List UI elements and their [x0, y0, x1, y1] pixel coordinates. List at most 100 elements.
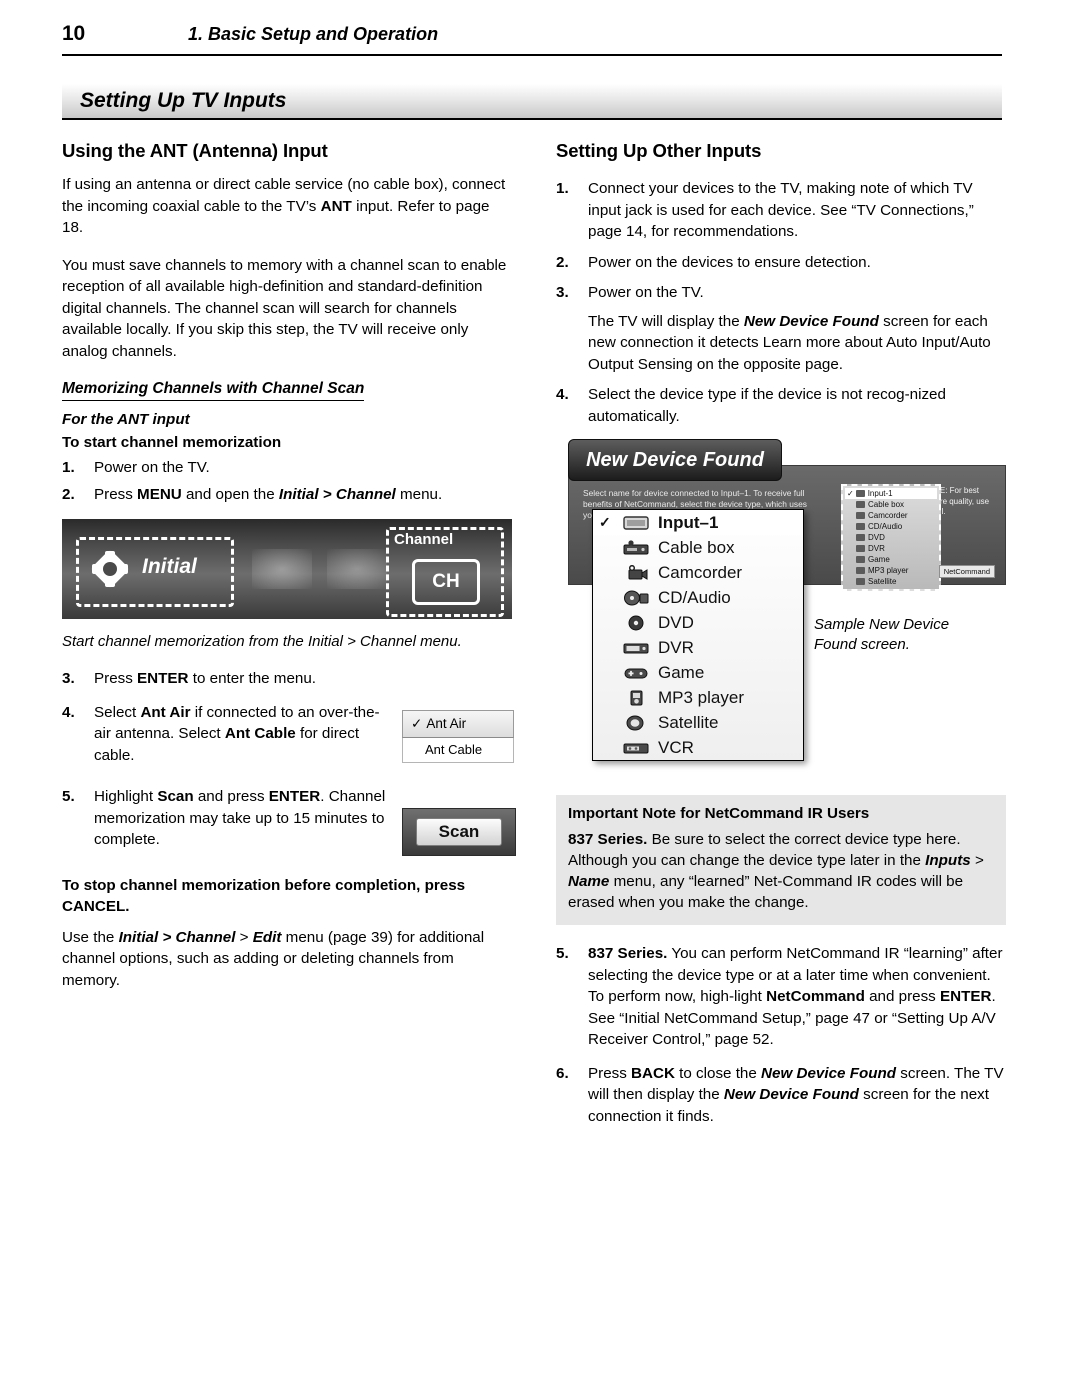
- list-item[interactable]: ✓ Input-1: [845, 488, 937, 499]
- initial-channel-menu-screenshot: Initial Channel CH: [62, 519, 512, 619]
- mini-item-label: Game: [868, 555, 890, 564]
- list-item: 4. Select Ant Air if connected to an ove…: [62, 702, 392, 767]
- notebox-text-a: 837 Series.: [568, 831, 648, 848]
- list-item: 6. Press BACK to close the New Device Fo…: [556, 1063, 1006, 1128]
- step-number: 6.: [556, 1064, 569, 1082]
- mini-item-label: Cable box: [868, 500, 905, 509]
- camcorder-icon: [856, 512, 865, 519]
- ant-cable-label: Ant Cable: [425, 742, 483, 757]
- list-item-dvd[interactable]: DVD: [593, 610, 803, 635]
- check-icon: ✓: [411, 716, 423, 731]
- step-number: 1.: [62, 459, 75, 476]
- step-text: 837 Series. You can perform NetCommand I…: [588, 945, 1003, 1048]
- para1-part-b: ANT: [320, 197, 352, 215]
- list-item: 3. Power on the TV. The TV will display …: [556, 282, 1006, 375]
- dvd-icon: [856, 534, 865, 541]
- notebox-text-e: Name: [568, 873, 610, 890]
- left-step-list-1: 1. Power on the TV. 2. Press MENU and op…: [62, 457, 514, 505]
- document-page: 10 1. Basic Setup and Operation Setting …: [0, 0, 1080, 1397]
- mini-item-label: MP3 player: [868, 566, 909, 575]
- device-label: Game: [658, 662, 705, 682]
- step-number: 2.: [556, 253, 569, 271]
- ant-air-label: Ant Air: [426, 716, 467, 731]
- new-device-found-banner: New Device Found: [568, 439, 782, 481]
- left-heading: Using the ANT (Antenna) Input: [62, 140, 328, 161]
- page-header: 10 1. Basic Setup and Operation: [62, 22, 1002, 58]
- list-item-vcr[interactable]: VCR: [593, 735, 803, 760]
- notebox-text-d: >: [970, 852, 984, 869]
- chapter-title: 1. Basic Setup and Operation: [188, 24, 439, 44]
- list-item: 5. Highlight Scan and press ENTER. Chann…: [62, 786, 392, 851]
- device-label: CD/Audio: [658, 587, 731, 607]
- left-paragraph-2: You must save channels to memory with a …: [62, 256, 507, 360]
- vcr-icon: [621, 738, 651, 758]
- list-item-dvr[interactable]: DVR: [593, 635, 803, 660]
- satellite-icon: [856, 578, 865, 585]
- ant-cable-option[interactable]: Ant Cable: [402, 738, 514, 763]
- right-step-list-1: 1. Connect your devices to the TV, makin…: [556, 178, 1006, 427]
- step-text: Select Ant Air if connected to an over-t…: [94, 703, 380, 764]
- list-item: 2. Power on the devices to ensure detect…: [556, 252, 1006, 274]
- cd-audio-icon: [856, 523, 865, 530]
- to-start-heading: To start channel memorization: [62, 434, 282, 451]
- cable-box-icon: [621, 538, 651, 558]
- step-text: Highlight Scan and press ENTER. Channel …: [94, 788, 386, 848]
- list-item: 4. Select the device type if the device …: [556, 384, 1006, 427]
- device-type-list: ✓ Input–1 Cable box Camcorder CD/Audio D…: [592, 509, 804, 761]
- mp3-player-icon: [621, 688, 651, 708]
- list-item[interactable]: Cable box: [845, 499, 937, 510]
- device-label: Camcorder: [658, 562, 743, 582]
- device-label: VCR: [658, 737, 694, 757]
- step-number: 4.: [556, 386, 569, 403]
- mini-item-label: CD/Audio: [868, 522, 903, 531]
- mini-item-label: DVD: [868, 533, 885, 542]
- list-item[interactable]: CD/Audio: [845, 521, 937, 532]
- list-item-cable-box[interactable]: Cable box: [593, 535, 803, 560]
- device-label: Satellite: [658, 712, 719, 732]
- list-item[interactable]: Game: [845, 554, 937, 565]
- step-text: Connect your devices to the TV, making n…: [588, 180, 974, 240]
- notebox-heading: Important Note for NetCommand IR Users: [568, 805, 870, 822]
- left-paragraph-1: If using an antenna or direct cable serv…: [62, 174, 514, 239]
- ant-air-option[interactable]: ✓ Ant Air: [402, 710, 514, 738]
- list-item-cd-audio[interactable]: CD/Audio: [593, 585, 803, 610]
- list-item[interactable]: DVD: [845, 532, 937, 543]
- list-item[interactable]: Camcorder: [845, 510, 937, 521]
- section-title: Setting Up TV Inputs: [80, 89, 287, 112]
- step-text: Power on the TV.: [588, 284, 704, 301]
- ch-icon: CH: [412, 559, 480, 605]
- netcommand-badge: NetCommand: [938, 565, 995, 578]
- mini-item-label: DVR: [868, 544, 885, 553]
- page-number: 10: [62, 22, 85, 45]
- list-item-mp3-player[interactable]: MP3 player: [593, 685, 803, 710]
- scan-button[interactable]: Scan: [415, 818, 503, 846]
- camcorder-icon: [621, 563, 651, 583]
- list-item-game[interactable]: Game: [593, 660, 803, 685]
- list-item-input-1[interactable]: ✓ Input–1: [593, 510, 803, 535]
- left-step-list-2: 3. Press ENTER to enter the menu. 4. Sel…: [62, 668, 392, 851]
- device-label: Cable box: [658, 537, 735, 557]
- list-item[interactable]: Satellite: [845, 576, 937, 587]
- device-label: DVR: [658, 637, 694, 657]
- left-step-list-2-wrapper: 3. Press ENTER to enter the menu. 4. Sel…: [62, 668, 516, 856]
- device-label: MP3 player: [658, 687, 744, 707]
- step-text: Press ENTER to enter the menu.: [94, 670, 317, 687]
- section-band: Setting Up TV Inputs: [62, 84, 1002, 120]
- ndf-caption: Sample New Device Found screen.: [814, 616, 950, 653]
- for-ant-heading: For the ANT input: [62, 411, 190, 428]
- input-icon: [855, 490, 865, 497]
- list-item: 3. Press ENTER to enter the menu.: [62, 668, 392, 690]
- scan-button-screenshot: Scan: [402, 808, 516, 856]
- step-number: 5.: [556, 945, 569, 962]
- game-icon: [856, 556, 865, 563]
- list-item: 1. Power on the TV.: [62, 457, 514, 479]
- header-divider: [62, 54, 1002, 56]
- step-text: Press BACK to close the New Device Found…: [588, 1064, 1004, 1125]
- initial-label: Initial: [142, 555, 197, 578]
- list-item-satellite[interactable]: Satellite: [593, 710, 803, 735]
- list-item[interactable]: MP3 player: [845, 565, 937, 576]
- menu-blur-icon-1: [252, 549, 312, 589]
- list-item-camcorder[interactable]: Camcorder: [593, 560, 803, 585]
- list-item[interactable]: DVR: [845, 543, 937, 554]
- right-heading: Setting Up Other Inputs: [556, 140, 762, 161]
